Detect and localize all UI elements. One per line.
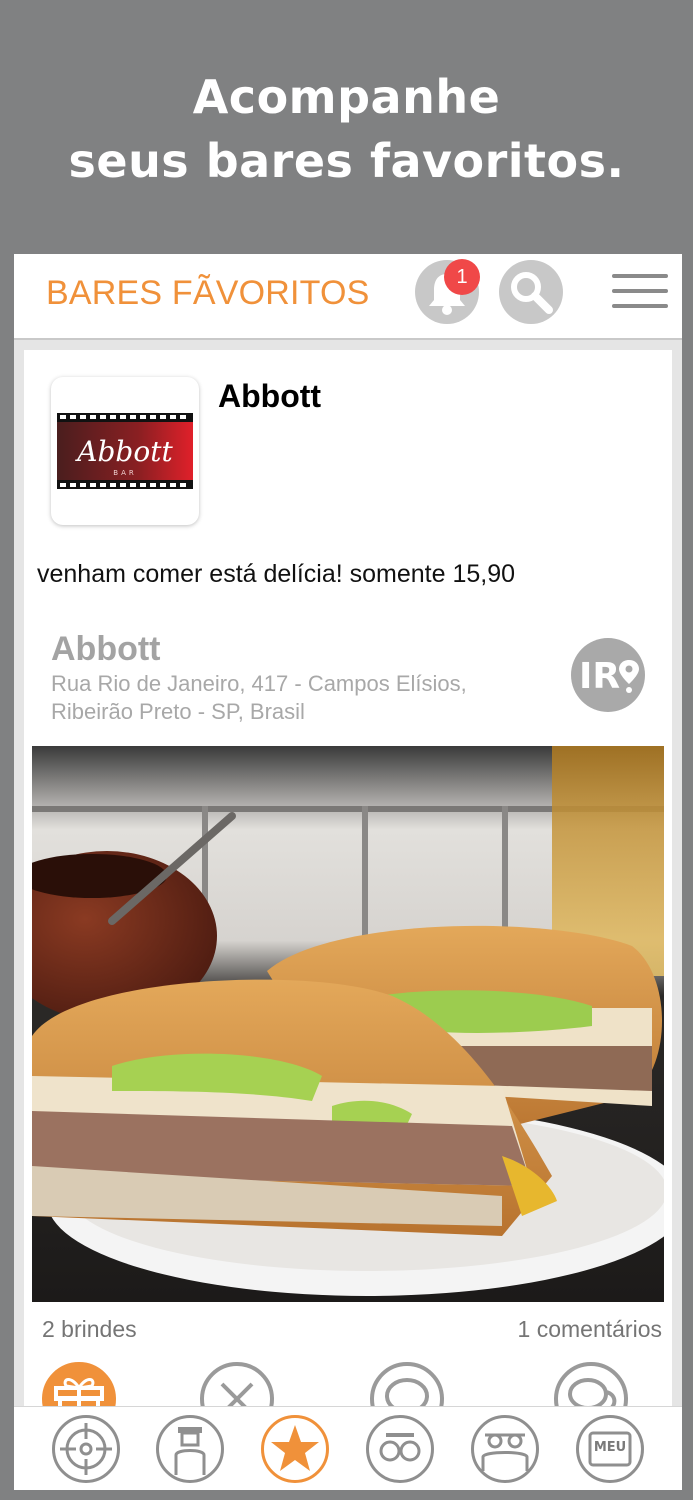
promo-banner: Acompanhe seus bares favoritos. <box>0 0 693 254</box>
bar-logo[interactable]: Abbott BAR <box>51 377 199 525</box>
sandwich-photo[interactable] <box>32 746 664 1302</box>
target-icon <box>60 1423 112 1475</box>
toast-count[interactable]: 2 brindes <box>42 1316 137 1343</box>
search-button[interactable] <box>499 260 563 324</box>
promo-headline-line-2: seus bares favoritos. <box>68 134 625 188</box>
app-header: BARES FÃVORITOS 1 <box>14 254 682 340</box>
friends-icon <box>481 1433 529 1471</box>
nav-bars[interactable] <box>366 1415 434 1483</box>
bar-name[interactable]: Abbott <box>218 378 321 415</box>
svg-text:Abbott: Abbott <box>74 435 173 468</box>
promo-headline-line-1: Acompanhe <box>192 70 501 124</box>
nav-friends[interactable] <box>471 1415 539 1483</box>
notification-badge: 1 <box>444 259 480 295</box>
location-name: Abbott <box>51 630 161 668</box>
search-icon <box>511 272 553 314</box>
meu-label: MEU <box>593 1440 627 1455</box>
abbott-logo-icon: Abbott BAR <box>57 413 193 489</box>
svg-text:IR: IR <box>579 656 620 697</box>
app-screen: BARES FÃVORITOS 1 Abbott BAR Abbott venh… <box>14 254 682 1490</box>
glasses-icon <box>379 1433 421 1462</box>
page-title: BARES FÃVORITOS <box>46 274 370 312</box>
nav-my-area[interactable]: MEU <box>576 1415 644 1483</box>
bottom-navigation: MEU <box>14 1406 682 1490</box>
go-to-location-button[interactable]: IR <box>571 638 645 712</box>
post-card: Abbott BAR Abbott venham comer está delí… <box>24 350 672 1490</box>
nav-profile[interactable] <box>156 1415 224 1483</box>
nav-favorites[interactable] <box>261 1415 329 1483</box>
sandwich-image <box>32 746 664 1302</box>
comment-count[interactable]: 1 comentários <box>518 1316 662 1343</box>
location-address: Rua Rio de Janeiro, 417 - Campos Elísios… <box>51 671 467 724</box>
svg-text:BAR: BAR <box>113 469 136 477</box>
post-text: venham comer está delícia! somente 15,90 <box>37 560 516 588</box>
nav-explore[interactable] <box>52 1415 120 1483</box>
hamburger-menu-icon[interactable] <box>612 272 668 312</box>
person-icon <box>174 1427 206 1475</box>
star-icon <box>271 1425 319 1471</box>
location-pin-icon: IR <box>579 656 639 697</box>
